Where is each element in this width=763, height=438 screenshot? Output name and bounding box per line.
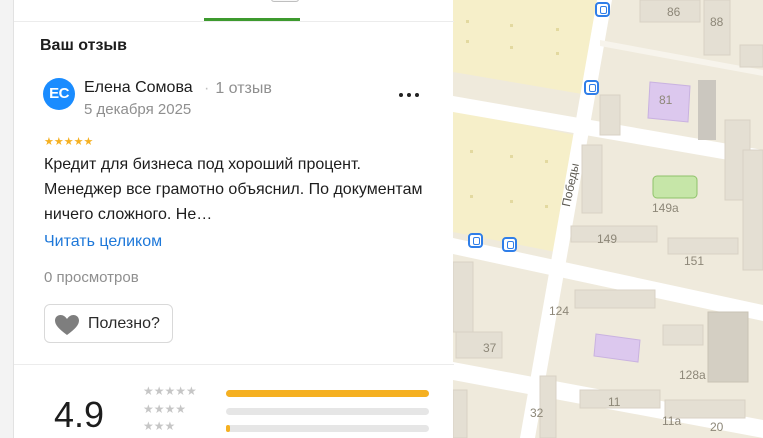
more-dots-icon[interactable] (395, 83, 423, 105)
bus-stop-icon[interactable] (502, 237, 517, 252)
house-number: 149 (597, 232, 618, 246)
useful-label: Полезно? (88, 315, 160, 332)
heart-icon (55, 315, 79, 335)
section-title: Ваш отзыв (40, 37, 127, 54)
house-number: 149а (652, 201, 679, 215)
distribution-bar-track (226, 390, 429, 397)
map-building (698, 80, 716, 140)
tab-stub[interactable] (271, 0, 299, 2)
distribution-stars: ★★★★★ (143, 384, 197, 398)
separator-dot: · (204, 80, 210, 97)
review-text: Кредит для бизнеса под хороший процент. … (44, 156, 423, 223)
map-school (593, 333, 641, 363)
rating-distribution-row: ★★★ (143, 419, 433, 434)
house-number: 37 (483, 341, 497, 355)
map-building (452, 389, 468, 438)
author-reviews-count: · 1 отзыв (204, 80, 272, 98)
distribution-stars: ★★★★ (143, 402, 187, 416)
distribution-bar-fill (226, 425, 231, 432)
tab-strip (14, 0, 454, 22)
bus-stop-icon[interactable] (584, 80, 599, 95)
house-number: 11 (608, 395, 621, 409)
useful-button[interactable]: Полезно? (44, 304, 173, 343)
map-building (667, 237, 739, 255)
tab-active-indicator[interactable] (204, 18, 300, 21)
distribution-bar-track (226, 408, 429, 415)
review-date: 5 декабря 2025 (84, 101, 192, 118)
map-building (662, 324, 704, 346)
bus-stop-icon[interactable] (468, 233, 483, 248)
map-building (452, 261, 474, 333)
distribution-stars: ★★★ (143, 419, 176, 433)
house-number: 88 (710, 15, 724, 29)
author-reviews-label: 1 отзыв (215, 80, 272, 97)
avatar[interactable]: ЕС (43, 78, 75, 110)
house-number: 81 (659, 93, 673, 107)
map-building (707, 311, 749, 383)
map-building (581, 144, 603, 214)
rating-distribution-row: ★★★★ (143, 402, 433, 417)
map-building (739, 44, 763, 68)
house-number: 20 (710, 420, 724, 434)
review-card: Ваш отзыв ЕС Елена Сомова · 1 отзыв 5 дек… (13, 0, 454, 438)
map-block (453, 0, 603, 95)
left-panel: Ваш отзыв ЕС Елена Сомова · 1 отзыв 5 дек… (0, 0, 454, 438)
map-park (652, 175, 698, 199)
rating-distribution-row: ★★★★★ (143, 384, 433, 399)
bus-stop-icon[interactable] (595, 2, 610, 17)
map-building (742, 149, 763, 271)
views-count: 0 просмотров (44, 269, 139, 286)
house-number: 86 (667, 5, 681, 19)
map-road-minor (600, 40, 763, 76)
review-rating-stars: ★★★★★ (44, 136, 94, 148)
house-number: 11а (662, 414, 682, 428)
distribution-bar-track (226, 425, 429, 432)
average-rating: 4.9 (54, 394, 105, 435)
divider (14, 364, 454, 365)
map-building (599, 94, 621, 136)
map-building (574, 289, 656, 309)
house-number: 128а (679, 368, 706, 382)
read-more-link[interactable]: Читать целиком (44, 233, 162, 251)
author-name[interactable]: Елена Сомова (84, 79, 193, 97)
house-number: 151 (684, 254, 705, 268)
house-number: 124 (549, 304, 570, 318)
house-number: 32 (530, 406, 544, 420)
distribution-bar-fill (226, 390, 429, 397)
